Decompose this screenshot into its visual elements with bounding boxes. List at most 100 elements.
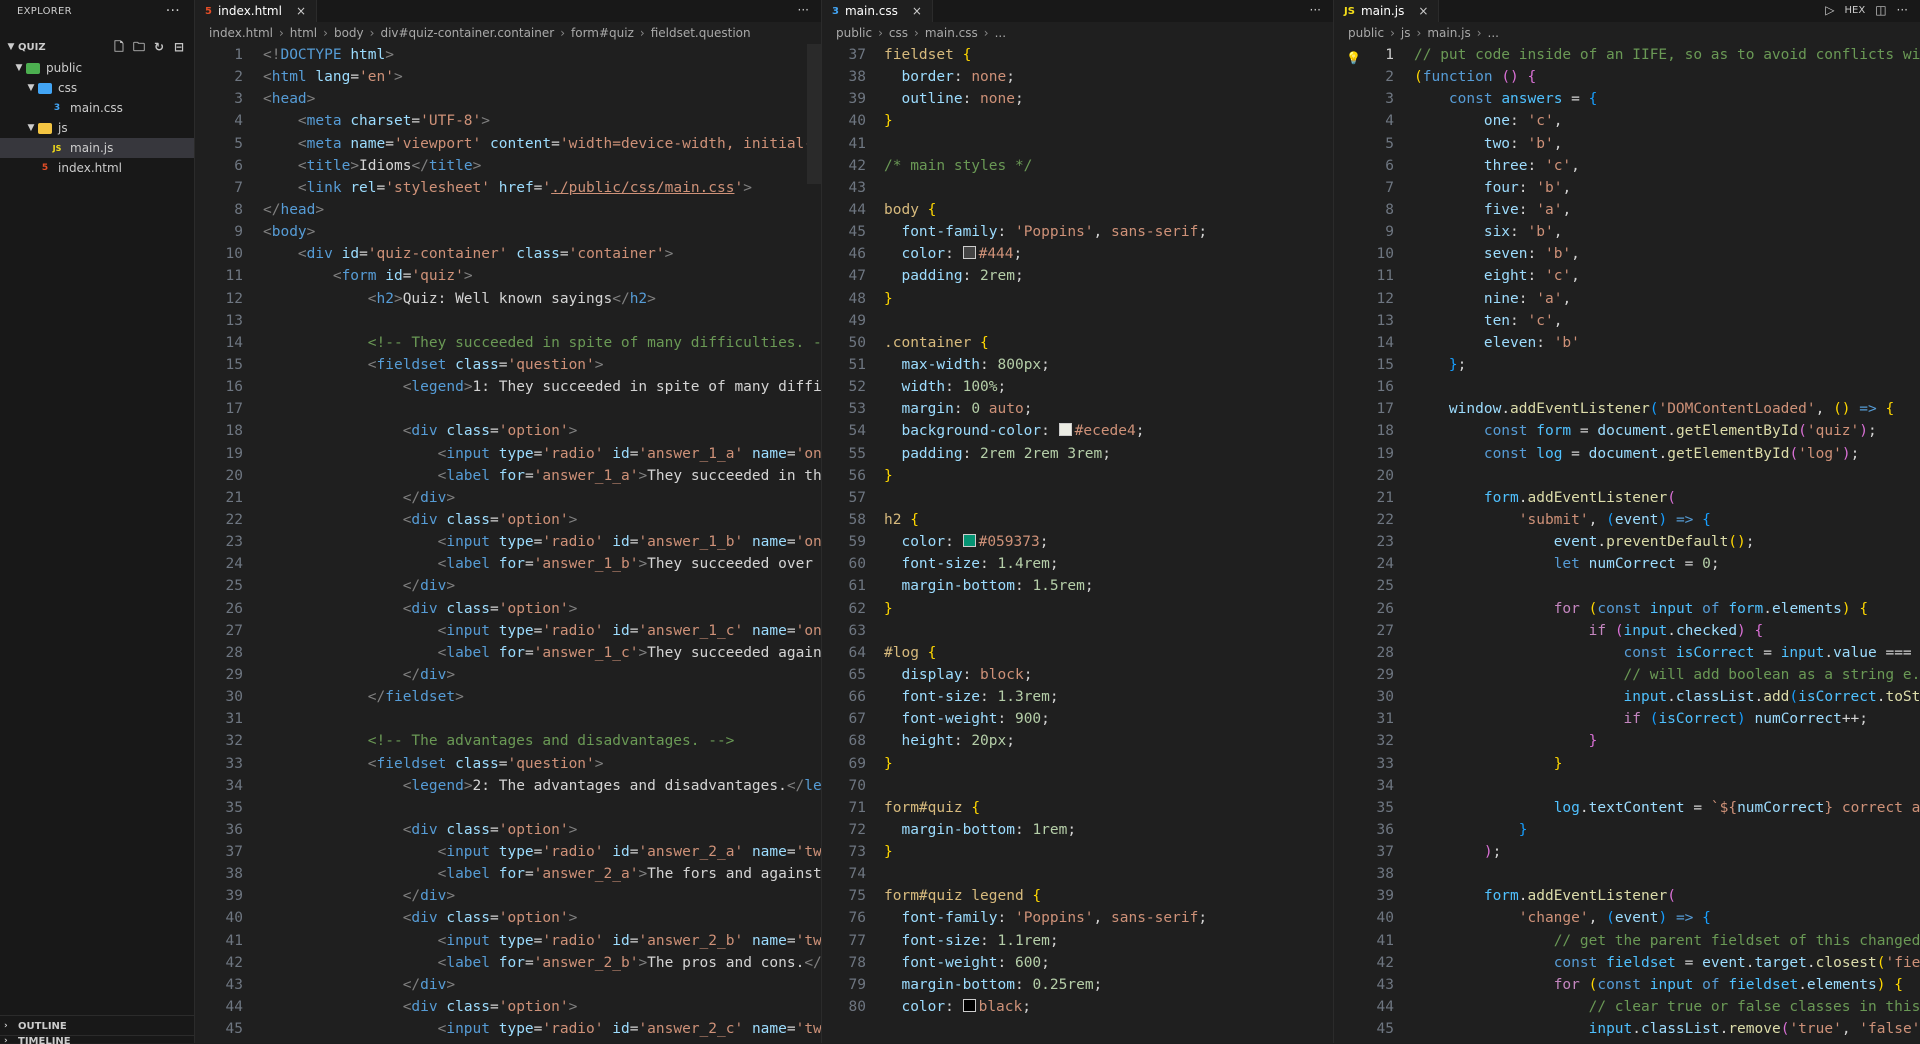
color-swatch[interactable] <box>962 534 976 548</box>
code-line[interactable]: 45 font-family: 'Poppins', sans-serif; <box>822 221 1333 243</box>
code-line[interactable]: 42 const fieldset = event.target.closest… <box>1334 952 1920 974</box>
code-line[interactable]: 59 color: #059373; <box>822 531 1333 553</box>
code-line[interactable]: 17 <box>195 398 821 420</box>
code-line[interactable]: 42 <label for='answer_2_b'>The pros and … <box>195 952 821 974</box>
code-line[interactable]: 23 <input type='radio' id='answer_1_b' n… <box>195 531 821 553</box>
code-editor[interactable]: 1 <!DOCTYPE html> 2 <html lang='en'> 3 <head>… <box>195 44 821 1043</box>
new-folder-icon[interactable]: 🗀 <box>132 40 146 54</box>
code-line[interactable]: 32 <!-- The advantages and disadvantages… <box>195 730 821 752</box>
code-line[interactable]: 3 <head> <box>195 88 821 110</box>
code-line[interactable]: 18 const form = document.getElementById(… <box>1334 420 1920 442</box>
code-line[interactable]: 80 color: black; <box>822 996 1333 1018</box>
code-line[interactable]: 40} <box>822 110 1333 132</box>
hex-editor-button[interactable]: HEX <box>1845 3 1866 19</box>
code-line[interactable]: 39 </div> <box>195 885 821 907</box>
code-line[interactable]: 39 form.addEventListener( <box>1334 885 1920 907</box>
code-line[interactable]: 31 <box>195 708 821 730</box>
code-line[interactable]: 39 outline: none; <box>822 88 1333 110</box>
more-actions-icon[interactable]: ··· <box>1310 3 1321 17</box>
code-line[interactable]: 20 <label for='answer_1_a'>They succeede… <box>195 465 821 487</box>
code-line[interactable]: 1 💡// put code inside of an IIFE, so as t… <box>1334 44 1920 66</box>
code-line[interactable]: 15 <fieldset class='question'> <box>195 354 821 376</box>
code-line[interactable]: 60 font-size: 1.4rem; <box>822 553 1333 575</box>
code-line[interactable]: 33 <fieldset class='question'> <box>195 753 821 775</box>
code-line[interactable]: 44 // clear true or false classes in thi… <box>1334 996 1920 1018</box>
code-line[interactable]: 57 <box>822 487 1333 509</box>
code-line[interactable]: 2 <html lang='en'> <box>195 66 821 88</box>
outline-section[interactable]: › OUTLINE <box>0 1015 194 1036</box>
code-line[interactable]: 61 margin-bottom: 1.5rem; <box>822 575 1333 597</box>
code-line[interactable]: 49 <box>822 310 1333 332</box>
code-line[interactable]: 26 for (const input of form.elements) { <box>1334 598 1920 620</box>
code-line[interactable]: 70 <box>822 775 1333 797</box>
code-line[interactable]: 34 <box>1334 775 1920 797</box>
code-line[interactable]: 4 one: 'c', <box>1334 110 1920 132</box>
code-line[interactable]: 55 padding: 2rem 2rem 3rem; <box>822 443 1333 465</box>
breadcrumb-item[interactable]: main.js <box>1427 26 1470 40</box>
tab-main-css[interactable]: 3 main.css × <box>822 0 933 22</box>
scrollbar[interactable] <box>807 44 821 184</box>
code-line[interactable]: 3 const answers = { <box>1334 88 1920 110</box>
code-editor[interactable]: 1 💡// put code inside of an IIFE, so as t… <box>1334 44 1920 1043</box>
code-line[interactable]: 45 input.classList.remove('true', 'false… <box>1334 1018 1920 1040</box>
code-line[interactable]: 24 let numCorrect = 0; <box>1334 553 1920 575</box>
code-line[interactable]: 27 if (input.checked) { <box>1334 620 1920 642</box>
code-line[interactable]: 22 <div class='option'> <box>195 509 821 531</box>
code-line[interactable]: 18 <div class='option'> <box>195 420 821 442</box>
code-line[interactable]: 4 <meta charset='UTF-8'> <box>195 110 821 132</box>
code-line[interactable]: 68 height: 20px; <box>822 730 1333 752</box>
more-actions-icon[interactable]: ··· <box>1897 3 1908 19</box>
code-line[interactable]: 43 <box>822 177 1333 199</box>
code-line[interactable]: 14 <!-- They succeeded in spite of many … <box>195 332 821 354</box>
code-line[interactable]: 6 three: 'c', <box>1334 155 1920 177</box>
breadcrumb-item[interactable]: public <box>836 26 872 40</box>
code-line[interactable]: 37 ); <box>1334 841 1920 863</box>
code-line[interactable]: 5 two: 'b', <box>1334 133 1920 155</box>
code-line[interactable]: 31 if (isCorrect) numCorrect++; <box>1334 708 1920 730</box>
split-editor-icon[interactable]: ◫ <box>1875 3 1886 19</box>
code-line[interactable]: 51 max-width: 800px; <box>822 354 1333 376</box>
code-line[interactable]: 28 <label for='answer_1_c'>They succeede… <box>195 642 821 664</box>
code-line[interactable]: 8 </head> <box>195 199 821 221</box>
code-line[interactable]: 73} <box>822 841 1333 863</box>
code-editor[interactable]: 37 fieldset {38 border: none; 39 outline: … <box>822 44 1333 1043</box>
code-line[interactable]: 77 font-size: 1.1rem; <box>822 930 1333 952</box>
code-line[interactable]: 41 // get the parent fieldset of this ch… <box>1334 930 1920 952</box>
code-line[interactable]: 37 <input type='radio' id='answer_2_a' n… <box>195 841 821 863</box>
code-line[interactable]: 29 </div> <box>195 664 821 686</box>
more-actions-icon[interactable]: ··· <box>798 3 809 17</box>
workspace-section[interactable]: ▼ QUIZ 🗋 🗀 ↻ ⊟ <box>0 36 194 58</box>
code-line[interactable]: 35 <box>195 797 821 819</box>
code-line[interactable]: 78 font-weight: 600; <box>822 952 1333 974</box>
tab-index-html[interactable]: 5 index.html × <box>195 0 318 22</box>
code-line[interactable]: 44 body { <box>822 199 1333 221</box>
code-line[interactable]: 14 eleven: 'b' <box>1334 332 1920 354</box>
tree-item-public[interactable]: ▼ public <box>0 58 194 78</box>
code-line[interactable]: 48} <box>822 288 1333 310</box>
code-line[interactable]: 76 font-family: 'Poppins', sans-serif; <box>822 907 1333 929</box>
code-line[interactable]: 11 <form id='quiz'> <box>195 265 821 287</box>
code-line[interactable]: 63 <box>822 620 1333 642</box>
code-line[interactable]: 22 'submit', (event) => { <box>1334 509 1920 531</box>
code-line[interactable]: 35 log.textContent = `${numCorrect} corr… <box>1334 797 1920 819</box>
code-line[interactable]: 66 font-size: 1.3rem; <box>822 686 1333 708</box>
code-line[interactable]: 43 for (const input of fieldset.elements… <box>1334 974 1920 996</box>
code-line[interactable]: 8 five: 'a', <box>1334 199 1920 221</box>
tree-item-index-html[interactable]: 5 index.html <box>0 158 194 178</box>
code-line[interactable]: 38 border: none; <box>822 66 1333 88</box>
code-line[interactable]: 27 <input type='radio' id='answer_1_c' n… <box>195 620 821 642</box>
code-line[interactable]: 75 form#quiz legend { <box>822 885 1333 907</box>
code-line[interactable]: 69} <box>822 753 1333 775</box>
code-line[interactable]: 1 <!DOCTYPE html> <box>195 44 821 66</box>
code-line[interactable]: 11 eight: 'c', <box>1334 265 1920 287</box>
code-line[interactable]: 36 <div class='option'> <box>195 819 821 841</box>
color-swatch[interactable] <box>1058 423 1072 437</box>
code-line[interactable]: 67 font-weight: 900; <box>822 708 1333 730</box>
breadcrumb-item[interactable]: fieldset.question <box>651 26 751 40</box>
code-line[interactable]: 62} <box>822 598 1333 620</box>
new-file-icon[interactable]: 🗋 <box>112 40 126 54</box>
code-line[interactable]: 25 </div> <box>195 575 821 597</box>
breadcrumb-item[interactable]: html <box>290 26 317 40</box>
code-line[interactable]: 29 // will add boolean as a string e.g. <box>1334 664 1920 686</box>
code-line[interactable]: 40 <div class='option'> <box>195 907 821 929</box>
